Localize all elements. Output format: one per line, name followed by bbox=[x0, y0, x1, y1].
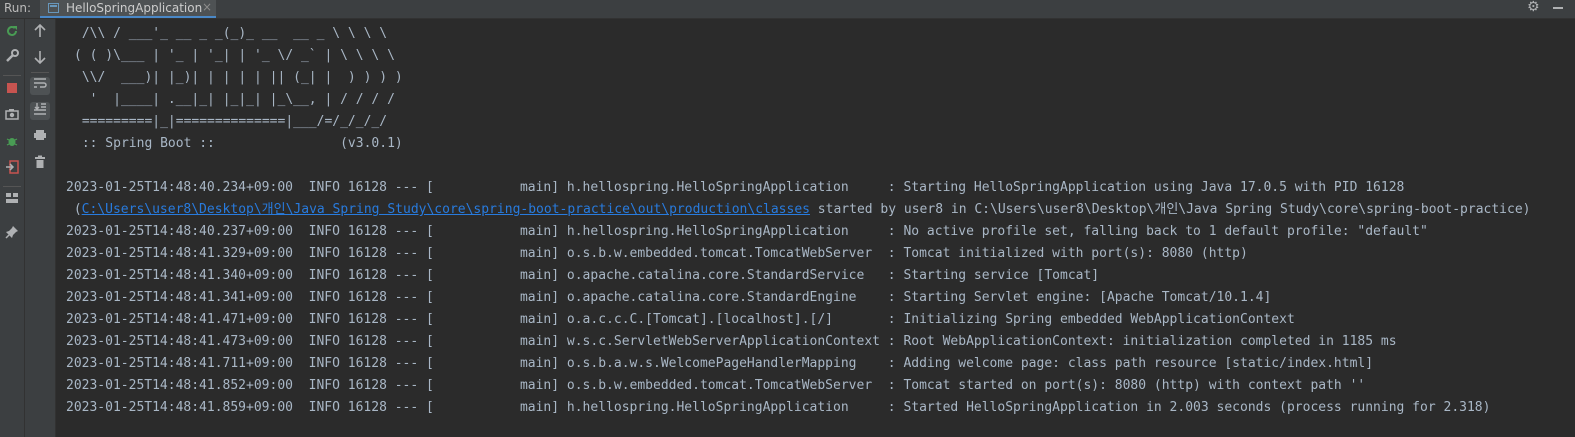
log-line: 2023-01-25T14:48:41.340+09:00 INFO 16128… bbox=[66, 268, 1100, 283]
banner-line: =========|_|==============|___/=/_/_/_/ bbox=[74, 114, 388, 129]
stop-icon[interactable] bbox=[2, 82, 22, 100]
tab-hello-spring-application[interactable]: HelloSpringApplication × bbox=[40, 0, 216, 18]
tab-title: HelloSpringApplication bbox=[66, 1, 203, 15]
banner-line: /\\ / ___'_ __ _ _(_)_ __ __ _ \ \ \ \ bbox=[74, 26, 388, 41]
close-icon[interactable]: × bbox=[202, 0, 212, 14]
log-line: 2023-01-25T14:48:41.341+09:00 INFO 16128… bbox=[66, 290, 1272, 305]
console-output[interactable]: /\\ / ___'_ __ _ _(_)_ __ __ _ \ \ \ \ (… bbox=[56, 19, 1575, 437]
arrow-up-icon[interactable] bbox=[30, 23, 50, 42]
log-line: 2023-01-25T14:48:40.237+09:00 INFO 16128… bbox=[66, 224, 1428, 239]
run-toolbar bbox=[0, 19, 25, 437]
console-icon bbox=[48, 3, 59, 13]
toolbar-separator bbox=[3, 186, 21, 187]
gear-icon[interactable]: ⚙ bbox=[1527, 0, 1540, 15]
arrow-down-icon[interactable] bbox=[30, 50, 50, 68]
classpath-link[interactable]: C:\Users\user8\Desktop\개인\Java Spring St… bbox=[82, 202, 810, 217]
toolbar-separator bbox=[3, 75, 21, 76]
exit-icon[interactable] bbox=[2, 160, 22, 178]
log-line: 2023-01-25T14:48:40.234+09:00 INFO 16128… bbox=[66, 180, 1405, 195]
log-line: 2023-01-25T14:48:41.711+09:00 INFO 16128… bbox=[66, 356, 1374, 371]
log-line: 2023-01-25T14:48:41.473+09:00 INFO 16128… bbox=[66, 334, 1397, 349]
log-line: 2023-01-25T14:48:41.859+09:00 INFO 16128… bbox=[66, 400, 1491, 415]
classpath-prefix: ( bbox=[66, 202, 82, 217]
classpath-suffix: started by user8 in C:\Users\user8\Deskt… bbox=[809, 202, 1531, 217]
bug-icon[interactable] bbox=[2, 134, 22, 152]
log-line: 2023-01-25T14:48:41.329+09:00 INFO 16128… bbox=[66, 246, 1248, 261]
log-line: 2023-01-25T14:48:41.852+09:00 INFO 16128… bbox=[66, 378, 1366, 393]
soft-wrap-icon[interactable] bbox=[30, 77, 50, 95]
print-icon[interactable] bbox=[30, 129, 50, 147]
banner-line: ' |____| .__|_| |_|_| |_\__, | / / / / bbox=[74, 92, 395, 107]
banner-line: ( ( )\___ | '_ | '_| | '_ \/ _` | \ \ \ … bbox=[74, 48, 395, 63]
run-label: Run: bbox=[4, 1, 32, 15]
rerun-icon[interactable] bbox=[2, 24, 22, 42]
wrench-icon[interactable] bbox=[2, 49, 22, 67]
console-toolbar bbox=[25, 19, 56, 437]
log-line: 2023-01-25T14:48:41.471+09:00 INFO 16128… bbox=[66, 312, 1295, 327]
banner-line: \\/ ___)| |_)| | | | | || (_| | ) ) ) ) bbox=[74, 70, 403, 85]
minimize-icon[interactable] bbox=[1553, 7, 1563, 9]
spring-boot-version-line: :: Spring Boot :: (v3.0.1) bbox=[74, 136, 403, 151]
classpath-line: (C:\Users\user8\Desktop\개인\Java Spring S… bbox=[66, 199, 1531, 221]
camera-icon[interactable] bbox=[2, 108, 22, 126]
trash-icon[interactable] bbox=[30, 155, 50, 173]
toolbar-separator bbox=[31, 72, 49, 73]
layout-icon[interactable] bbox=[2, 192, 22, 210]
scroll-to-end-icon[interactable] bbox=[30, 102, 50, 120]
pin-icon[interactable] bbox=[2, 225, 22, 243]
run-tool-window-header: Run: HelloSpringApplication × ⚙ bbox=[0, 0, 1575, 19]
